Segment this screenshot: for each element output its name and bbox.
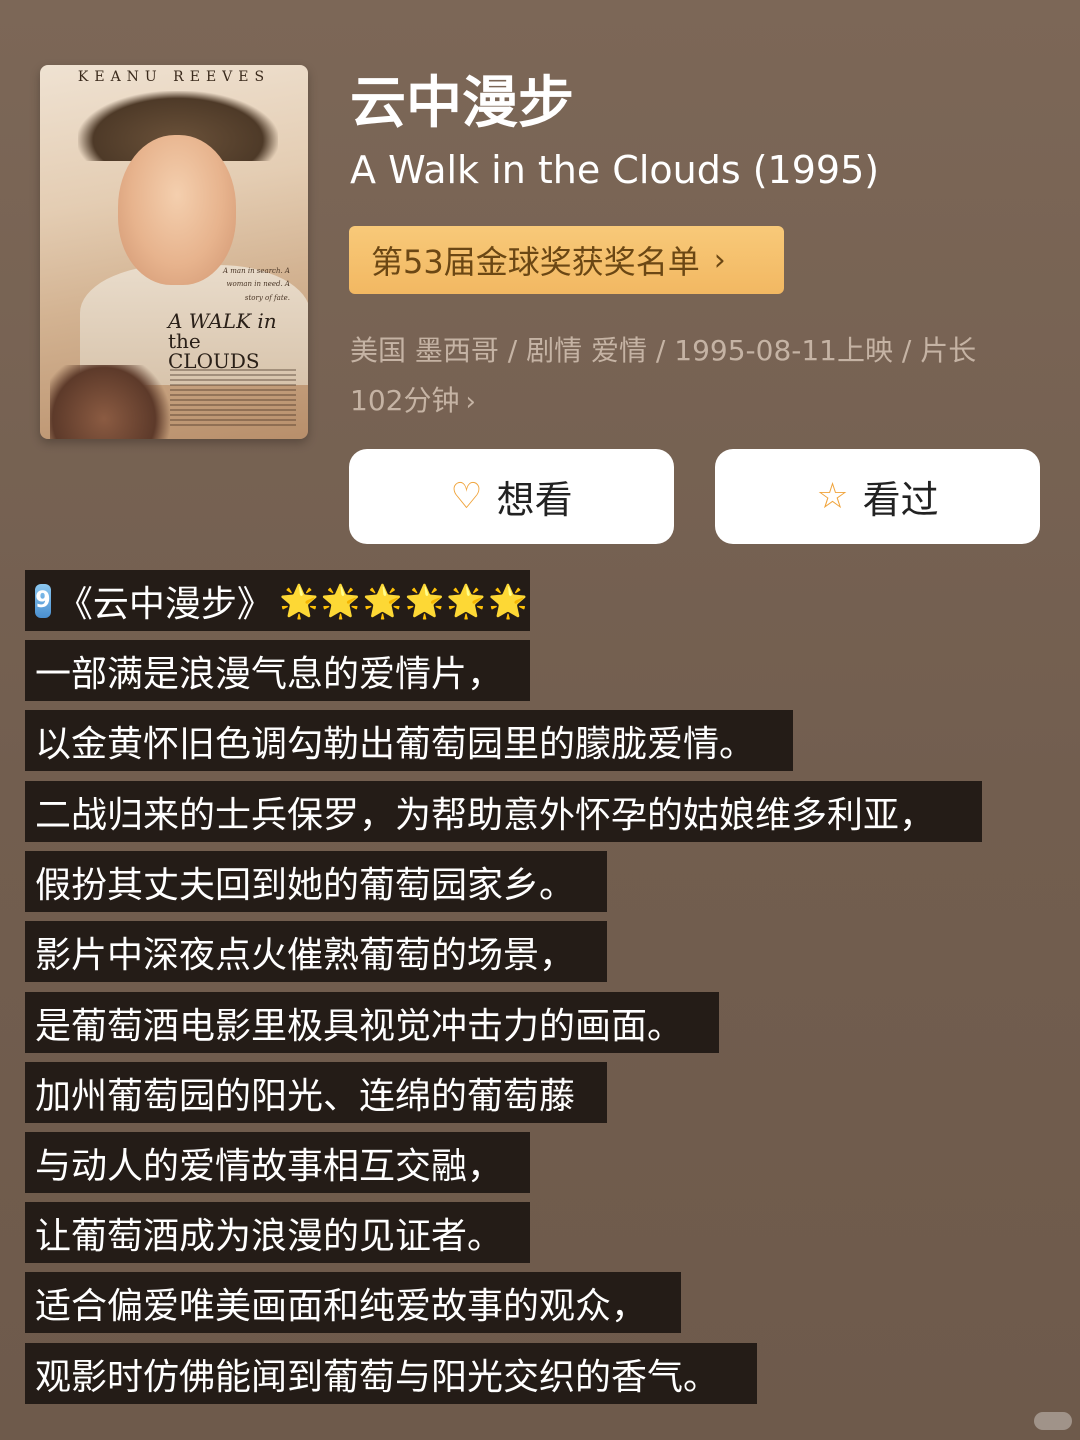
heart-plus-icon: ♡ xyxy=(450,476,483,517)
rating-stars: 🌟🌟🌟🌟🌟🌟 xyxy=(278,581,530,620)
watched-button[interactable]: ☆ 看过 xyxy=(715,449,1040,544)
review-line: 是葡萄酒电影里极具视觉冲击力的画面。 xyxy=(25,992,719,1053)
review-line: 一部满是浪漫气息的爱情片， xyxy=(25,640,530,701)
poster-credits xyxy=(170,369,296,429)
poster-title-line1: A WALK in xyxy=(168,309,277,333)
number-badge: 9 xyxy=(35,583,51,618)
review-title: 《云中漫步》 xyxy=(56,583,273,625)
watermark xyxy=(1034,1412,1072,1430)
review-line: 让葡萄酒成为浪漫的见证者。 xyxy=(25,1202,530,1263)
poster-tagline: A man in search. A woman in need. A stor… xyxy=(223,267,290,302)
star-outline-icon: ☆ xyxy=(816,476,849,517)
award-chip[interactable]: 第53届金球奖获奖名单 › xyxy=(349,226,784,294)
chevron-right-icon: › xyxy=(713,242,726,278)
poster-couple xyxy=(50,365,170,439)
review-line: 假扮其丈夫回到她的葡萄园家乡。 xyxy=(25,851,607,912)
want-label: 想看 xyxy=(496,478,573,522)
review-line: 影片中深夜点火催熟葡萄的场景， xyxy=(25,921,607,982)
review-headline: 9 《云中漫步》 🌟🌟🌟🌟🌟🌟 xyxy=(25,570,530,631)
poster-title-line2: the CLOUDS xyxy=(168,329,260,373)
award-label: 第53届金球奖获奖名单 xyxy=(371,243,700,281)
review-line: 观影时仿佛能闻到葡萄与阳光交织的香气。 xyxy=(25,1343,757,1404)
poster-film-title: A WALK in the CLOUDS xyxy=(168,311,298,371)
movie-meta[interactable]: 美国 墨西哥 / 剧情 爱情 / 1995-08-11上映 / 片长 102分钟… xyxy=(350,326,1020,427)
chevron-right-icon: › xyxy=(465,387,476,417)
review-line: 加州葡萄园的阳光、连绵的葡萄藤 xyxy=(25,1062,607,1123)
review-line: 适合偏爱唯美画面和纯爱故事的观众， xyxy=(25,1272,681,1333)
movie-poster[interactable]: KEANU REEVES A man in search. A woman in… xyxy=(40,65,308,439)
review-line: 以金黄怀旧色调勾勒出葡萄园里的朦胧爱情。 xyxy=(25,710,793,771)
movie-title-cn: 云中漫步 xyxy=(350,71,574,136)
want-to-watch-button[interactable]: ♡ 想看 xyxy=(349,449,674,544)
poster-face xyxy=(118,135,236,285)
meta-line-1: 美国 墨西哥 / 剧情 爱情 / 1995-08-11上映 / 片长 xyxy=(350,334,977,367)
review-line: 与动人的爱情故事相互交融， xyxy=(25,1132,530,1193)
seen-label: 看过 xyxy=(862,478,939,522)
meta-line-2: 102分钟 › xyxy=(350,376,1020,427)
movie-title-en: A Walk in the Clouds (1995) xyxy=(350,148,880,192)
meta-duration: 102分钟 xyxy=(350,384,460,417)
poster-actor-name: KEANU REEVES xyxy=(77,69,271,85)
review-line: 二战归来的士兵保罗，为帮助意外怀孕的姑娘维多利亚， xyxy=(25,781,982,842)
